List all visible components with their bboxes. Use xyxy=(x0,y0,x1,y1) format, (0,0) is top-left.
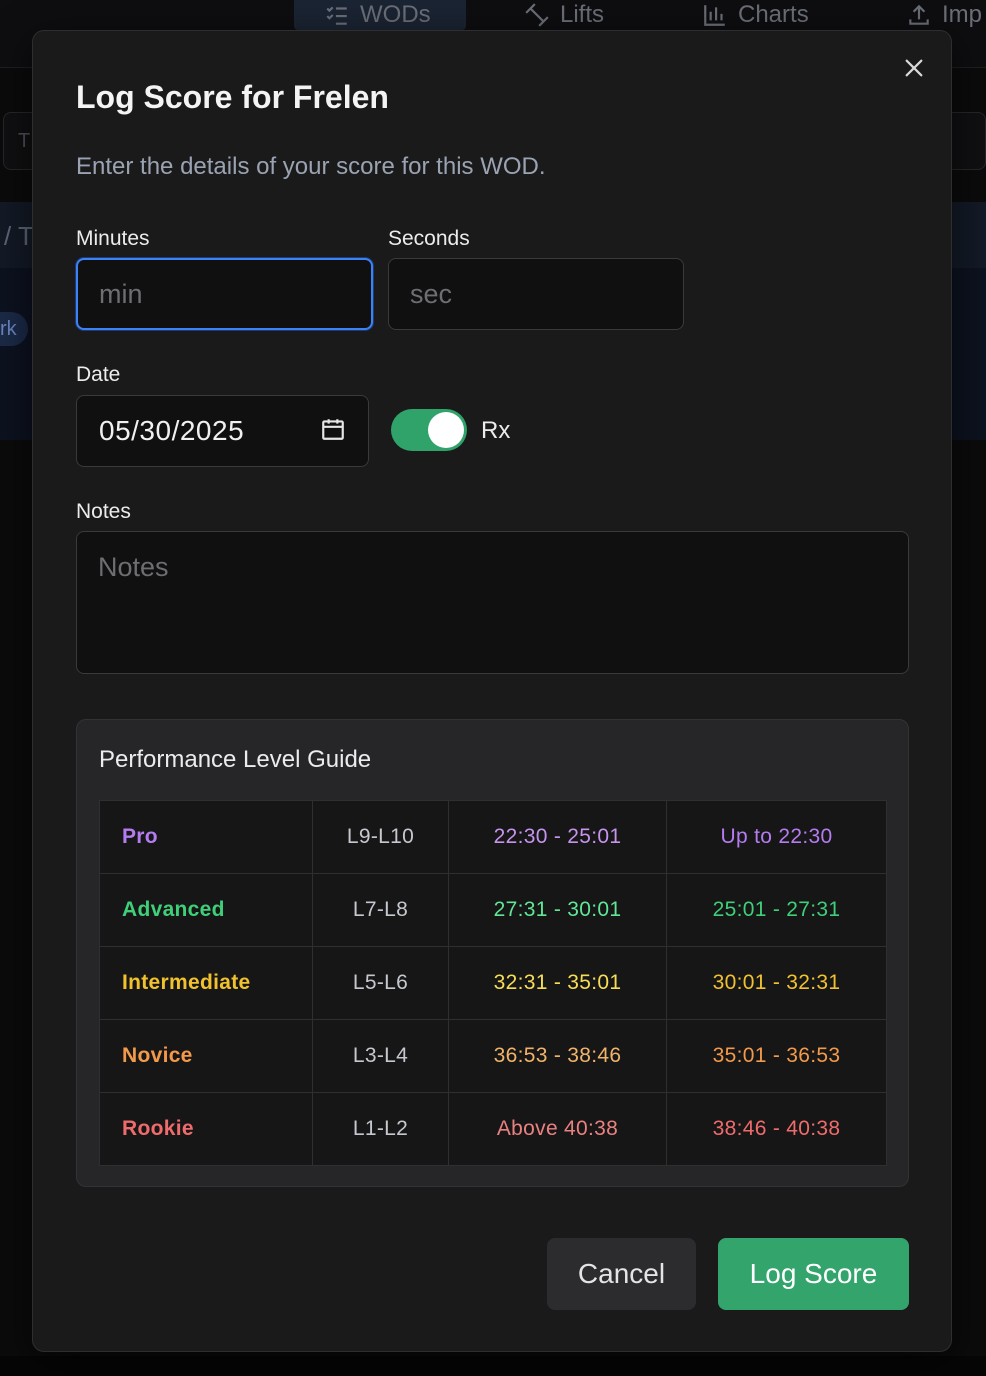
list-check-icon xyxy=(326,6,347,25)
date-input[interactable]: 05/30/2025 xyxy=(76,395,369,467)
scaled-time-range: 35:01 - 36:53 xyxy=(666,1019,887,1093)
rx-time-range: Above 40:38 xyxy=(448,1092,667,1166)
rx-time-range: 36:53 - 38:46 xyxy=(448,1019,667,1093)
level-range: L3-L4 xyxy=(312,1019,449,1093)
date-label: Date xyxy=(76,363,121,386)
nav-tab-wods[interactable]: WODs xyxy=(294,0,466,30)
rx-time-range: 22:30 - 25:01 xyxy=(448,800,667,874)
seconds-input[interactable] xyxy=(388,258,684,330)
dialog-title: Log Score for Frelen xyxy=(76,79,389,115)
date-value: 05/30/2025 xyxy=(99,415,245,446)
nav-tab-label: Charts xyxy=(738,1,809,28)
scaled-time-range: 25:01 - 27:31 xyxy=(666,873,887,947)
nav-tab-label: Lifts xyxy=(560,1,605,28)
toggle-knob xyxy=(428,412,464,448)
level-name: Advanced xyxy=(99,873,313,947)
rx-toggle[interactable] xyxy=(391,409,467,451)
nav-tab-lifts[interactable]: Lifts xyxy=(524,0,604,30)
log-score-button[interactable]: Log Score xyxy=(718,1238,909,1310)
guide-title: Performance Level Guide xyxy=(99,746,372,773)
performance-level-guide: Performance Level Guide Pro L9-L10 22:30 -… xyxy=(76,719,909,1187)
scaled-time-range: 30:01 - 32:31 xyxy=(666,946,887,1020)
level-range: L1-L2 xyxy=(312,1092,449,1166)
level-name: Rookie xyxy=(99,1092,313,1166)
close-icon xyxy=(905,59,923,77)
guide-row: Advanced L7-L8 27:31 - 30:01 25:01 - 27:31 xyxy=(99,873,887,947)
cancel-button[interactable]: Cancel xyxy=(547,1238,696,1310)
guide-row: Intermediate L5-L6 32:31 - 35:01 30:01 - 32… xyxy=(99,946,887,1020)
nav-tab-label: Imp xyxy=(942,1,983,28)
level-name: Pro xyxy=(99,800,313,874)
dialog-subtitle: Enter the details of your score for this… xyxy=(76,153,546,180)
minutes-label: Minutes xyxy=(76,227,150,250)
level-range: L9-L10 xyxy=(312,800,449,874)
calendar-icon[interactable] xyxy=(320,416,346,447)
dumbbell-icon xyxy=(525,3,549,27)
background-band-text: / T xyxy=(4,221,34,251)
guide-table: Pro L9-L10 22:30 - 25:01 Up to 22:30 Advance… xyxy=(99,800,887,1166)
background-footer xyxy=(0,1356,986,1376)
notes-label: Notes xyxy=(76,500,131,523)
nav-tab-charts[interactable]: Charts xyxy=(702,0,809,30)
level-name: Intermediate xyxy=(99,946,313,1020)
notes-textarea[interactable] xyxy=(76,531,909,674)
nav-tab-import[interactable]: Imp xyxy=(906,0,982,30)
level-range: L7-L8 xyxy=(312,873,449,947)
scaled-time-range: 38:46 - 40:38 xyxy=(666,1092,887,1166)
rx-time-range: 32:31 - 35:01 xyxy=(448,946,667,1020)
guide-row: Pro L9-L10 22:30 - 25:01 Up to 22:30 xyxy=(99,800,887,874)
close-button[interactable] xyxy=(899,53,929,83)
minutes-input[interactable] xyxy=(76,258,373,330)
level-range: L5-L6 xyxy=(312,946,449,1020)
rx-label: Rx xyxy=(481,417,511,444)
scaled-time-range: Up to 22:30 xyxy=(666,800,887,874)
seconds-label: Seconds xyxy=(388,227,470,250)
log-score-dialog: Log Score for Frelen Enter the details o… xyxy=(32,30,952,1352)
rx-time-range: 27:31 - 30:01 xyxy=(448,873,667,947)
bar-chart-icon xyxy=(704,5,725,26)
background-search-text: T xyxy=(18,130,31,152)
nav-tab-label: WODs xyxy=(360,1,431,28)
level-name: Novice xyxy=(99,1019,313,1093)
guide-row: Rookie L1-L2 Above 40:38 38:46 - 40:38 xyxy=(99,1092,887,1166)
upload-icon xyxy=(909,4,929,25)
guide-row: Novice L3-L4 36:53 - 38:46 35:01 - 36:53 xyxy=(99,1019,887,1093)
